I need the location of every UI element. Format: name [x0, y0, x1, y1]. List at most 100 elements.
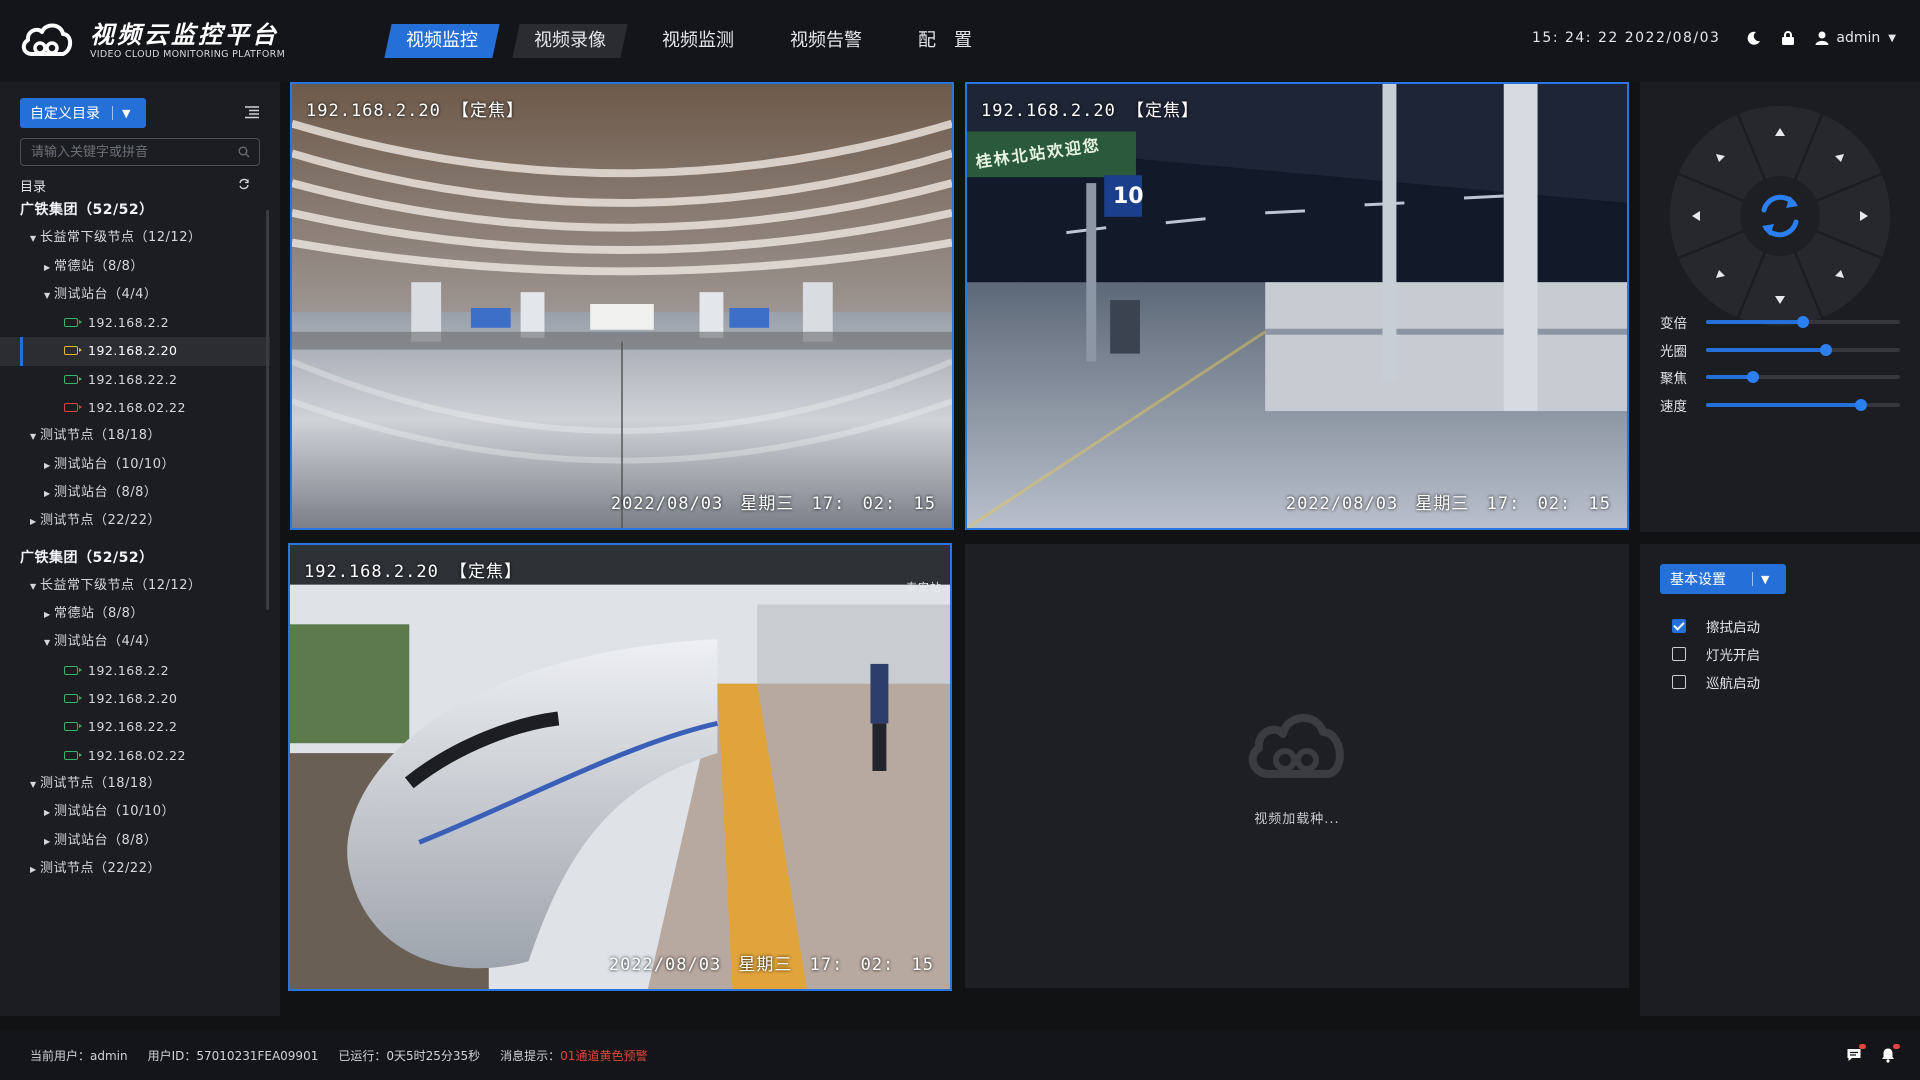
- slider-handle[interactable]: [1746, 371, 1759, 383]
- slider-track[interactable]: [1706, 344, 1900, 356]
- tree-node[interactable]: ▶ 常德站（8/8）: [0, 253, 270, 281]
- logo[interactable]: 视频云监控平台 VIDEO CLOUD MONITORING PLATFORM: [18, 20, 285, 62]
- slider-label: 光圈: [1660, 344, 1687, 360]
- caret-right-icon[interactable]: ▶: [44, 452, 54, 480]
- basic-settings-dropdown[interactable]: 基本设置 ▼: [1660, 564, 1786, 594]
- setting-option[interactable]: 巡航启动: [1672, 672, 1760, 692]
- lock-icon[interactable]: [1780, 30, 1796, 46]
- option-label: 擦拭启动: [1706, 620, 1760, 636]
- slider-handle[interactable]: [1797, 316, 1809, 328]
- user-name[interactable]: admin: [1836, 30, 1880, 46]
- setting-option[interactable]: 擦拭启动: [1672, 616, 1760, 636]
- tree-node[interactable]: ▶ 测试节点（22/22）: [0, 855, 270, 883]
- slider-track[interactable]: [1706, 399, 1900, 411]
- slider-handle[interactable]: [1855, 399, 1868, 411]
- slider-track[interactable]: [1706, 316, 1900, 328]
- user-icon: [1815, 31, 1829, 45]
- camera-ip-label: 192.168.2.20 【定焦】: [306, 101, 525, 121]
- tree-camera-item[interactable]: 192.168.2.20: [0, 685, 270, 713]
- slider-handle[interactable]: [1820, 344, 1833, 356]
- tree-camera-item[interactable]: 192.168.02.22: [0, 394, 270, 422]
- tree-node-label: 192.168.2.20: [88, 343, 178, 359]
- checkbox[interactable]: [1672, 647, 1686, 661]
- user-menu-caret-icon[interactable]: ▼: [1888, 33, 1896, 44]
- setting-option[interactable]: 灯光开启: [1672, 644, 1760, 664]
- camera-timestamp: 2022/08/03 星期三 17: 02: 15: [608, 955, 934, 975]
- caret-right-icon[interactable]: ▶: [44, 601, 54, 629]
- tree-camera-item[interactable]: 192.168.22.2: [0, 713, 270, 741]
- checkbox[interactable]: [1672, 675, 1686, 689]
- slider-fill: [1706, 320, 1803, 324]
- tree-node[interactable]: ▶ 测试站台（8/8）: [0, 479, 270, 507]
- notification-icon[interactable]: [1880, 1044, 1900, 1063]
- video-frame-station-hall: [292, 84, 952, 528]
- video-tile-2[interactable]: 192.168.2.20 【定焦】 桂林北站欢迎您 10 2022/08/03 …: [965, 82, 1629, 530]
- tree-node-label: 192.168.22.2: [88, 719, 178, 735]
- nav-video-detect[interactable]: 视频监测: [640, 24, 755, 58]
- tree-scrollbar[interactable]: [266, 210, 269, 610]
- tree-node[interactable]: ▼ 测试站台（4/4）: [0, 628, 270, 656]
- tree-node[interactable]: ▼ 长益常下级节点（12/12）: [0, 572, 270, 600]
- tree-node[interactable]: ▼ 长益常下级节点（12/12）: [0, 224, 270, 252]
- tree-node[interactable]: ▶ 测试站台（10/10）: [0, 451, 270, 479]
- camera-status-icon: [64, 403, 82, 413]
- basic-settings-panel: 基本设置 ▼ 擦拭启动灯光开启巡航启动: [1640, 544, 1920, 1016]
- video-tile-1[interactable]: 192.168.2.20 【定焦】 2022/08/03 星期三 17: 02:…: [290, 82, 954, 530]
- tree-camera-item[interactable]: 192.168.2.2: [0, 309, 270, 337]
- caret-right-icon[interactable]: ▶: [44, 480, 54, 508]
- tree-node[interactable]: ▼ 测试节点（18/18）: [0, 770, 270, 798]
- custom-directory-dropdown[interactable]: 自定义目录 ▼: [20, 98, 146, 128]
- slider-track[interactable]: [1706, 371, 1900, 383]
- caret-right-icon[interactable]: ▶: [30, 508, 40, 536]
- tree-node[interactable]: ▼ 测试站台（4/4）: [0, 281, 270, 309]
- main-nav: 视频监控 视频录像 视频监测 视频告警 配 置: [384, 24, 1010, 58]
- tree-node-label: 广铁集团（52/52）: [20, 202, 154, 218]
- caret-right-icon[interactable]: ▶: [44, 254, 54, 282]
- message-icon[interactable]: [1846, 1044, 1866, 1063]
- tree-node-label: 测试站台（4/4）: [54, 286, 158, 302]
- device-sidebar: 自定义目录 ▼ 目录 广铁集团（52/52）▼长益常下级节点（12/12）▶常德…: [0, 82, 280, 1016]
- nav-video-record[interactable]: 视频录像: [512, 24, 628, 58]
- video-tile-3[interactable]: 192.168.2.20 【定焦】 泰安站 2022/08/03 星期三 17:…: [288, 543, 952, 991]
- search-icon[interactable]: [238, 146, 250, 158]
- checkbox[interactable]: [1672, 619, 1686, 633]
- tree-camera-item[interactable]: 192.168.2.2: [0, 657, 270, 685]
- caret-down-icon[interactable]: ▼: [30, 771, 40, 799]
- nav-video-monitor[interactable]: 视频监控: [384, 24, 500, 58]
- tree-camera-item[interactable]: 192.168.02.22: [0, 742, 270, 770]
- nav-video-alarm[interactable]: 视频告警: [768, 24, 883, 58]
- tree-node[interactable]: 广铁集团（52/52）: [0, 196, 270, 224]
- search-input[interactable]: [20, 138, 260, 166]
- camera-status-icon: [64, 318, 82, 328]
- cloud-placeholder-icon: [1248, 714, 1344, 778]
- caret-down-icon[interactable]: ▼: [44, 282, 54, 310]
- video-tile-4-loading[interactable]: 视频加载种...: [965, 544, 1629, 988]
- caret-down-icon[interactable]: ▼: [30, 225, 40, 253]
- tree-node[interactable]: ▼ 测试节点（18/18）: [0, 422, 270, 450]
- caret-right-icon[interactable]: ▶: [44, 828, 54, 856]
- tree-node[interactable]: ▶ 测试节点（22/22）: [0, 507, 270, 535]
- tree-node[interactable]: 广铁集团（52/52）: [0, 544, 270, 572]
- ptz-direction-wheel[interactable]: [1670, 106, 1890, 326]
- refresh-icon[interactable]: [238, 178, 250, 190]
- tree-node[interactable]: ▶ 测试站台（8/8）: [0, 827, 270, 855]
- nav-config[interactable]: 配 置: [896, 24, 993, 58]
- caret-down-icon[interactable]: ▼: [30, 573, 40, 601]
- option-label: 灯光开启: [1706, 648, 1760, 664]
- tree-node[interactable]: ▶ 测试站台（10/10）: [0, 798, 270, 826]
- tree-camera-item[interactable]: 192.168.2.20: [0, 337, 270, 367]
- camera-status-icon: [64, 750, 82, 760]
- caret-right-icon[interactable]: ▶: [30, 856, 40, 884]
- tree-node[interactable]: ▶ 常德站（8/8）: [0, 600, 270, 628]
- moon-icon[interactable]: [1746, 30, 1762, 46]
- caret-down-icon[interactable]: ▼: [44, 629, 54, 657]
- list-toggle-icon[interactable]: [244, 104, 260, 120]
- caret-down-icon[interactable]: ▼: [30, 423, 40, 451]
- station-sign-text: 泰安站: [906, 581, 942, 594]
- tree-node-label: 测试站台（10/10）: [54, 804, 175, 820]
- tree-node-label: 测试节点（22/22）: [40, 513, 161, 529]
- caret-right-icon[interactable]: ▶: [44, 799, 54, 827]
- status-message-warning[interactable]: 01通道黄色预警: [560, 1049, 647, 1063]
- ptz-control-panel: 变倍 光圈 聚焦 速度: [1640, 82, 1920, 532]
- tree-camera-item[interactable]: 192.168.22.2: [0, 366, 270, 394]
